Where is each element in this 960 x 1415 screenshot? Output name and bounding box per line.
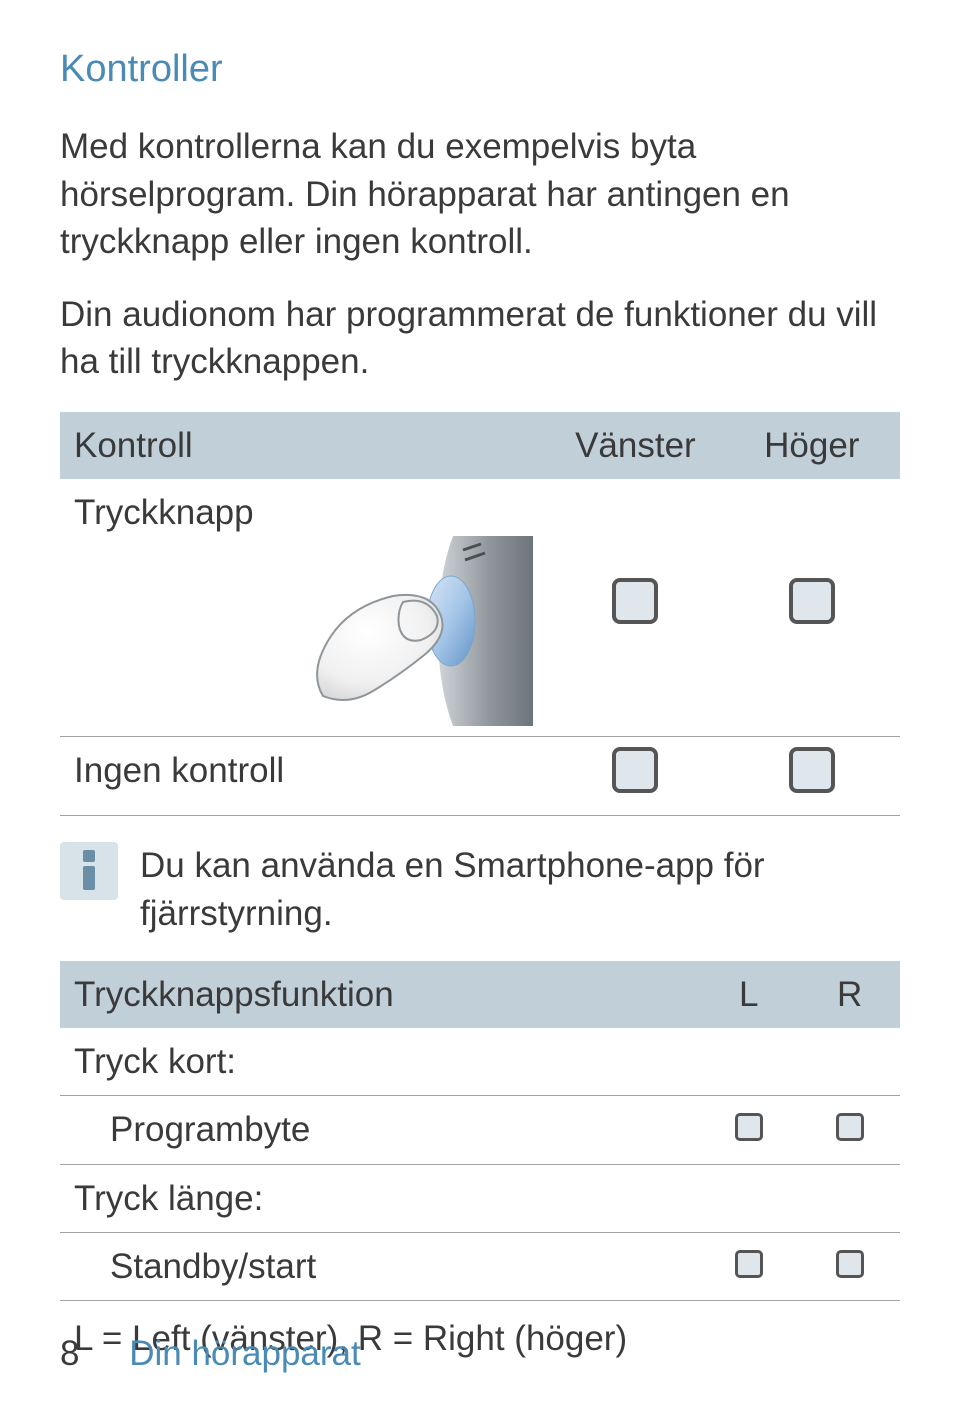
checkbox-program-l[interactable] (735, 1113, 763, 1141)
function-table-header: Tryckknappsfunktion L R (60, 961, 900, 1028)
row-no-control: Ingen kontroll (60, 737, 900, 816)
checkbox-push-left[interactable] (612, 578, 658, 624)
control-table: Kontroll Vänster Höger Tryckknapp (60, 412, 900, 817)
checkbox-none-right[interactable] (789, 747, 835, 793)
row-pushbutton-label: Tryckknapp (74, 489, 533, 536)
row-press-short-label: Tryck kort: (60, 1028, 698, 1096)
info-callout: Du kan använda en Smartphone-app för fjä… (60, 842, 900, 937)
row-press-long: Tryck länge: (60, 1164, 900, 1232)
section-heading: Kontroller (60, 44, 900, 95)
row-standby: Standby/start (60, 1232, 900, 1300)
checkbox-standby-l[interactable] (735, 1250, 763, 1278)
finger-press-illustration (303, 536, 533, 726)
checkbox-standby-r[interactable] (836, 1250, 864, 1278)
checkbox-program-r[interactable] (836, 1113, 864, 1141)
col-right: Höger (724, 412, 900, 479)
table-header-row: Kontroll Vänster Höger (60, 412, 900, 479)
info-icon (60, 842, 118, 900)
paragraph-1: Med kontrollerna kan du exempelvis byta … (60, 123, 900, 265)
row-program-change-label: Programbyte (60, 1096, 698, 1164)
col-function: Tryckknappsfunktion (60, 961, 698, 1028)
row-program-change: Programbyte (60, 1096, 900, 1164)
checkbox-push-right[interactable] (789, 578, 835, 624)
row-standby-label: Standby/start (60, 1232, 698, 1300)
row-no-control-label: Ingen kontroll (60, 737, 547, 816)
paragraph-2: Din audionom har programmerat de funktio… (60, 291, 900, 386)
checkbox-none-left[interactable] (612, 747, 658, 793)
col-r: R (799, 961, 900, 1028)
row-press-short: Tryck kort: (60, 1028, 900, 1096)
row-press-long-label: Tryck länge: (60, 1164, 698, 1232)
col-control: Kontroll (60, 412, 547, 479)
page-number: 8 (60, 1334, 79, 1373)
row-pushbutton: Tryckknapp (60, 479, 900, 737)
col-l: L (698, 961, 799, 1028)
footer-section: Din hörapparat (129, 1334, 361, 1373)
function-table: Tryckknappsfunktion L R Tryck kort: Prog… (60, 961, 900, 1301)
info-text: Du kan använda en Smartphone-app för fjä… (140, 842, 900, 937)
col-left: Vänster (547, 412, 723, 479)
page-footer: 8 Din hörapparat (60, 1330, 361, 1377)
